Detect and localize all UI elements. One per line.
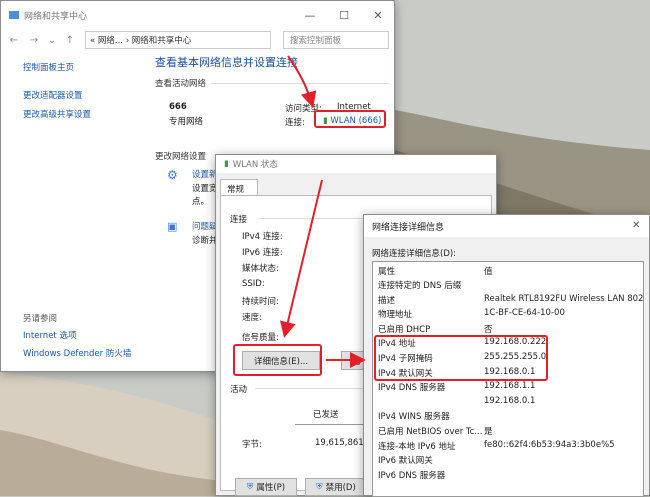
details-title-bar: 网络连接详细信息 [364,215,649,237]
maximize-button[interactable]: ☐ [327,1,361,29]
details-row-value: 1C-BF-CE-64-10-00 [484,308,565,319]
setup-connection-icon: ⚙ [167,168,178,182]
disable-button-label: 禁用(D) [325,483,356,493]
connection-label: 连接: [285,118,305,128]
details-window-title: 网络连接详细信息 [372,222,445,233]
shield-icon: ⛨ [316,482,323,492]
link-windows-defender-firewall[interactable]: Windows Defender 防火墙 [23,347,131,359]
speed-label: 速度: [242,313,262,323]
minimize-button[interactable]: — [293,1,327,29]
bytes-sent-value: 19,615,861 [315,438,364,448]
search-placeholder: 搜索控制面板 [290,36,342,46]
up-arrow-icon[interactable]: ↑ [63,35,77,46]
left-navigation: 控制面板主页 更改适配器设置 更改高级共享设置 [23,61,143,127]
main-window-title: 网络和共享中心 [24,11,88,22]
details-row-value: 否 [484,324,493,335]
divider [211,83,389,84]
change-settings-heading: 更改网络设置 [155,152,207,162]
details-row[interactable]: 描述 Realtek RTL8192FU Wireless LAN 802.11 [373,294,643,308]
details-row-property: IPv4 WINS 服务器 [378,412,450,423]
details-row[interactable]: 物理地址 1C-BF-CE-64-10-00 [373,308,643,322]
troubleshoot-icon: ▣ [167,220,178,233]
details-row-value: Realtek RTL8192FU Wireless LAN 802.11 [484,293,644,304]
details-row-property: IPv4 DNS 服务器 [378,383,446,394]
tab-general[interactable]: 常规 [220,179,258,196]
details-row-value: 192.168.1.1 [484,381,536,392]
address-input[interactable]: « 网络... › 网络和共享中心 [85,31,271,49]
details-row-property: 描述 [378,295,396,306]
network-connection-details-window: 网络连接详细信息 ✕ 网络连接详细信息(D): 属性 值 连接特定的 DNS 后… [363,214,650,497]
details-row-property: 已启用 DHCP [378,324,431,335]
link-change-advanced-sharing[interactable]: 更改高级共享设置 [23,108,143,120]
media-state-label: 媒体状态: [242,264,279,274]
details-row[interactable]: IPv4 WINS 服务器 [373,410,643,424]
details-row-value: fe80::62f4:6b53:94a3:3b0e%5 [484,439,615,450]
forward-arrow-icon[interactable]: → [27,35,41,46]
properties-button-label: 属性(P) [256,483,286,493]
properties-button[interactable]: ⛨ 属性(P) [235,478,297,496]
wlan-window-title: WLAN 状态 [232,160,278,170]
details-row[interactable]: 192.168.0.1 [373,396,643,410]
back-arrow-icon[interactable]: ← [7,35,21,46]
close-button[interactable]: ✕ [361,1,395,29]
activity-group-label: 活动 [230,385,248,395]
see-also-heading: 另请参阅 [23,314,58,324]
ipv4-highlight-box [374,335,548,381]
link-change-adapter-settings[interactable]: 更改适配器设置 [23,89,143,101]
page-title: 查看基本网络信息并设置连接 [155,56,298,69]
details-header-row: 属性 值 [373,265,643,279]
ipv4-connection-label: IPv4 连接: [242,232,283,242]
disable-button[interactable]: ⛨ 禁用(D) [305,478,367,496]
main-window-controls: — ☐ ✕ [293,1,395,29]
ssid-label: SSID: [242,279,265,289]
troubleshoot-desc: 诊断并 [192,236,218,246]
address-path: « 网络... › 网络和共享中心 [90,36,192,46]
duration-label: 持续时间: [242,297,279,307]
history-chevron-icon[interactable]: ⌄ [45,35,59,46]
wlan-title-bar: ▮ WLAN 状态 [216,155,496,173]
details-button-highlight-box [233,344,322,376]
shield-icon: ⛨ [246,482,254,492]
details-row-property: 物理地址 [378,310,413,321]
header-property: 属性 [378,267,396,277]
details-row-value: 是 [484,427,493,437]
search-input[interactable]: 搜索控制面板 [283,31,389,49]
header-value: 值 [484,267,493,277]
sent-label: 已发送 [313,410,339,420]
wifi-signal-icon: ▮ [224,159,229,169]
details-row[interactable]: IPv6 DNS 服务器 [373,469,643,483]
link-internet-options[interactable]: Internet 选项 [23,329,76,341]
connection-group-label: 连接 [230,215,248,225]
address-bar-row: ← → ⌄ ↑ « 网络... › 网络和共享中心 搜索控制面板 [1,29,394,51]
details-row-property: IPv6 DNS 服务器 [378,470,446,481]
details-row-property: 连接-本地 IPv6 地址 [378,441,456,452]
details-row[interactable]: IPv6 默认网关 [373,454,643,468]
details-row[interactable]: IPv4 DNS 服务器 192.168.1.1 [373,381,643,395]
details-row-property: 连接特定的 DNS 后缀 [378,281,462,291]
network-name: 666 [169,102,187,112]
active-networks-heading: 查看活动网络 [155,79,207,89]
bytes-label: 字节: [242,440,262,450]
signal-quality-label: 信号质量: [242,333,279,343]
details-row[interactable]: 连接特定的 DNS 后缀 [373,279,643,293]
details-row[interactable]: 已启用 NetBIOS over Tc... 是 [373,425,643,439]
setup-connection-desc: 设置宽 [192,184,218,194]
wlan-link-highlight-box [314,110,386,128]
network-icon [9,11,19,19]
ipv6-connection-label: IPv6 连接: [242,248,283,258]
details-caption: 网络连接详细信息(D): [372,249,457,259]
setup-connection-desc2: 点。 [192,197,210,207]
details-close-button[interactable]: ✕ [632,220,640,231]
setup-connection-link[interactable]: 设置新 [192,168,218,180]
troubleshoot-link[interactable]: 问题疑 [192,220,218,232]
network-type: 专用网络 [169,117,204,127]
link-control-panel-home[interactable]: 控制面板主页 [23,61,143,73]
details-row[interactable]: 连接-本地 IPv6 地址 fe80::62f4:6b53:94a3:3b0e%5 [373,440,643,454]
details-row-property: IPv6 默认网关 [378,456,433,467]
details-row-value: 192.168.0.1 [484,395,536,406]
details-row-property: 已启用 NetBIOS over Tc... [378,427,483,437]
